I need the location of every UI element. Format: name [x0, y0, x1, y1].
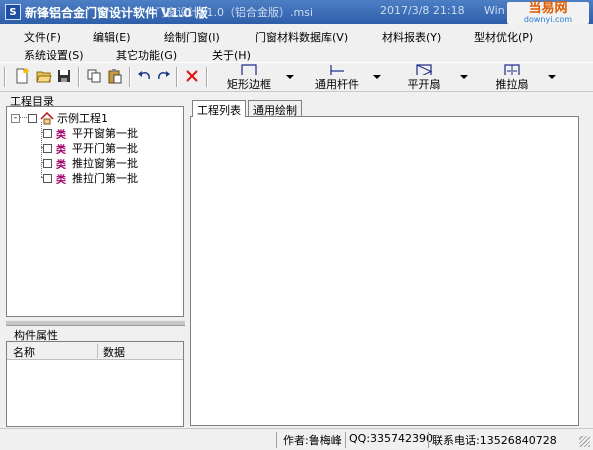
toolbar: 矩形边框 通用杆件 平开扇 推拉扇: [0, 62, 593, 92]
tree-item-label: 推拉门第一批: [72, 172, 138, 185]
status-bar: 作者:鲁梅峰 QQ:335742390 联系电话:13526840728: [0, 428, 593, 450]
new-file-icon: [16, 68, 29, 84]
menu-optimize[interactable]: 型材优化(P): [474, 29, 533, 45]
toolbar-separator: [176, 67, 178, 87]
drawing-canvas[interactable]: [190, 116, 579, 426]
status-author: 作者:鲁梅峰: [283, 434, 342, 447]
tree-item-checkbox[interactable]: [43, 158, 52, 168]
toolbar-separator: [129, 67, 131, 87]
paste-button[interactable]: [106, 67, 124, 85]
properties-panel[interactable]: 名称 数据: [6, 341, 184, 427]
sliding-sash-button[interactable]: 推拉扇: [492, 64, 532, 92]
tree-item-checkbox[interactable]: [43, 128, 52, 138]
menu-draw[interactable]: 绘制门窗(I): [164, 29, 220, 45]
general-bar-button[interactable]: 通用杆件: [311, 64, 363, 92]
background-window-label: Win: [484, 4, 505, 17]
casement-sash-dropdown-arrow[interactable]: [460, 75, 468, 79]
tree-connector: [41, 122, 42, 177]
category-marker: 类: [56, 174, 66, 186]
tree-item-label: 推拉窗第一批: [72, 157, 138, 170]
toolbar-separator: [206, 67, 208, 87]
sliding-sash-label: 推拉扇: [495, 78, 529, 91]
redo-arrow-icon: [158, 71, 170, 80]
tree-item-label: 平开窗第一批: [72, 127, 138, 140]
menu-file[interactable]: 文件(F): [24, 29, 61, 45]
save-button[interactable]: [55, 67, 73, 85]
status-phone: 联系电话:13526840728: [432, 434, 557, 447]
tree-item[interactable]: 类 推拉窗第一批: [43, 155, 138, 171]
title-bar[interactable]: S 新锋铝合金门窗设计软件 V1.0 版 门窗设计V1.0（铝合金版）.msi …: [0, 0, 593, 24]
copy-button[interactable]: [85, 67, 103, 85]
menu-material-db[interactable]: 门窗材料数据库(V): [255, 29, 348, 45]
sliding-sash-dropdown-arrow[interactable]: [548, 75, 556, 79]
general-bar-dropdown-arrow[interactable]: [373, 75, 381, 79]
column-name[interactable]: 名称: [13, 344, 35, 360]
tree-item[interactable]: 类 平开门第一批: [43, 140, 138, 156]
menu-bar: 文件(F) 编辑(E) 绘制门窗(I) 门窗材料数据库(V) 材料报表(Y) 型…: [0, 26, 593, 62]
open-folder-icon: [36, 71, 52, 83]
tree-item-label: 平开门第一批: [72, 142, 138, 155]
general-bar-icon: [330, 65, 344, 75]
general-bar-label: 通用杆件: [315, 78, 359, 91]
background-window-date: 2017/3/8 21:18: [380, 4, 465, 17]
rectangle-frame-icon: [241, 64, 257, 75]
category-marker: 类: [56, 159, 66, 171]
undo-button[interactable]: [135, 67, 153, 85]
tree-item-checkbox[interactable]: [43, 143, 52, 153]
rect-frame-dropdown-arrow[interactable]: [286, 75, 294, 79]
rect-frame-label: 矩形边框: [227, 78, 271, 91]
tree-root-checkbox[interactable]: [28, 113, 37, 123]
status-divider: [345, 432, 346, 448]
rect-frame-button[interactable]: 矩形边框: [224, 64, 274, 92]
redo-button[interactable]: [155, 67, 173, 85]
tree-root-row[interactable]: - 示例工程1: [11, 110, 108, 126]
status-divider: [428, 432, 429, 448]
casement-sash-icon: [416, 64, 433, 75]
toolbar-separator: [4, 67, 6, 87]
properties-header: 名称 数据: [7, 342, 183, 360]
menu-other[interactable]: 其它功能(G): [116, 47, 177, 63]
watermark-logo: 当易网 downyi.com: [507, 2, 589, 24]
column-divider[interactable]: [97, 344, 98, 358]
left-pane-splitter[interactable]: [6, 320, 185, 326]
menu-settings[interactable]: 系统设置(S): [24, 47, 84, 63]
menu-edit[interactable]: 编辑(E): [93, 29, 131, 45]
menu-about[interactable]: 关于(H): [212, 47, 251, 63]
new-button[interactable]: [13, 67, 31, 85]
sliding-sash-icon: [504, 64, 520, 75]
status-divider: [276, 432, 277, 448]
tree-item[interactable]: 类 推拉门第一批: [43, 170, 138, 186]
casement-sash-button[interactable]: 平开扇: [404, 64, 444, 92]
tree-item[interactable]: 类 平开窗第一批: [43, 125, 138, 141]
category-marker: 类: [56, 144, 66, 156]
open-button[interactable]: [35, 67, 53, 85]
background-window-title: 门窗设计V1.0（铝合金版）.msi: [155, 6, 314, 19]
delete-button[interactable]: [183, 67, 201, 85]
tab-general-drawing[interactable]: 通用绘制: [248, 100, 302, 117]
column-data[interactable]: 数据: [103, 344, 125, 360]
copy-icon: [87, 69, 101, 83]
house-icon: [40, 111, 54, 124]
resize-grip[interactable]: [579, 436, 590, 447]
menu-report[interactable]: 材料报表(Y): [382, 29, 441, 45]
tree-root-label: 示例工程1: [57, 112, 108, 125]
watermark-main: 当易网: [528, 0, 568, 16]
casement-sash-label: 平开扇: [407, 78, 441, 91]
delete-x-icon: [186, 70, 198, 82]
paste-clipboard-icon: [108, 69, 122, 84]
category-marker: 类: [56, 129, 66, 141]
save-disk-icon: [58, 70, 70, 82]
project-tree-panel[interactable]: - 示例工程1 类 平开窗第一批 类 平开门第一批 类 推拉窗第一批 类 推拉门…: [6, 106, 184, 317]
watermark-sub: downyi.com: [523, 14, 573, 24]
tree-item-checkbox[interactable]: [43, 173, 52, 183]
tree-collapse-toggle[interactable]: -: [11, 113, 20, 123]
app-icon: S: [5, 4, 21, 20]
undo-arrow-icon: [138, 71, 150, 80]
status-qq: QQ:335742390: [349, 432, 434, 445]
tab-project-list[interactable]: 工程列表: [192, 100, 246, 117]
toolbar-separator: [78, 67, 80, 87]
